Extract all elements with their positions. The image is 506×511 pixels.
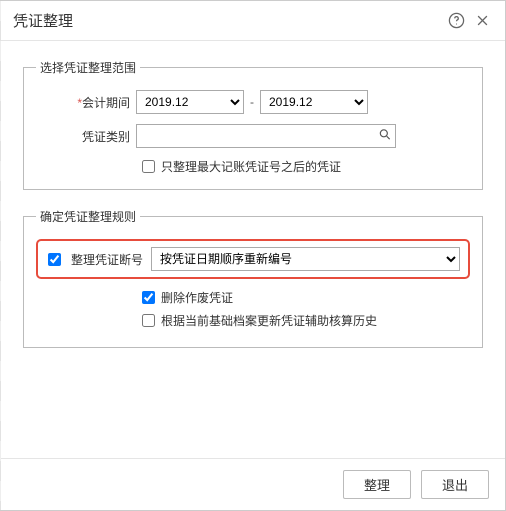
help-icon[interactable] — [445, 10, 467, 32]
dialog-footer: 整理 退出 — [1, 458, 505, 510]
period-from-select[interactable]: 2019.12 — [136, 90, 244, 114]
dialog-header: 凭证整理 — [1, 1, 505, 41]
delete-void-label: 删除作废凭证 — [161, 289, 233, 306]
renumber-checkbox[interactable] — [48, 253, 61, 266]
voucher-arrange-dialog: 凭证整理 选择凭证整理范围 *会计期间 2019.12 — [0, 0, 506, 511]
exit-button[interactable]: 退出 — [421, 470, 489, 499]
renumber-label: 整理凭证断号 — [71, 251, 143, 268]
scope-fieldset: 选择凭证整理范围 *会计期间 2019.12 - 2019.12 凭证类别 — [23, 59, 483, 190]
renumber-row: 整理凭证断号 按凭证日期顺序重新编号 — [36, 239, 470, 279]
update-aux-label: 根据当前基础档案更新凭证辅助核算历史 — [161, 312, 377, 329]
category-row: 凭证类别 — [36, 124, 470, 148]
period-label: *会计期间 — [36, 94, 136, 111]
update-aux-row: 根据当前基础档案更新凭证辅助核算历史 — [142, 312, 470, 329]
period-row: *会计期间 2019.12 - 2019.12 — [36, 90, 470, 114]
arrange-button[interactable]: 整理 — [343, 470, 411, 499]
only-after-max-row: 只整理最大记账凭证号之后的凭证 — [142, 158, 470, 175]
left-trim — [0, 1, 1, 510]
dialog-title: 凭证整理 — [13, 10, 441, 31]
period-dash: - — [250, 95, 254, 109]
dialog-body: 选择凭证整理范围 *会计期间 2019.12 - 2019.12 凭证类别 — [1, 41, 505, 458]
renumber-select[interactable]: 按凭证日期顺序重新编号 — [151, 247, 460, 271]
period-to-select[interactable]: 2019.12 — [260, 90, 368, 114]
delete-void-checkbox[interactable] — [142, 291, 155, 304]
close-icon[interactable] — [471, 10, 493, 32]
update-aux-checkbox[interactable] — [142, 314, 155, 327]
scope-legend: 选择凭证整理范围 — [36, 59, 140, 76]
category-input[interactable] — [136, 124, 396, 148]
delete-void-row: 删除作废凭证 — [142, 289, 470, 306]
rules-fieldset: 确定凭证整理规则 整理凭证断号 按凭证日期顺序重新编号 删除作废凭证 根据当前基… — [23, 208, 483, 348]
only-after-max-label: 只整理最大记账凭证号之后的凭证 — [161, 158, 341, 175]
only-after-max-checkbox[interactable] — [142, 160, 155, 173]
rules-legend: 确定凭证整理规则 — [36, 208, 140, 225]
category-label: 凭证类别 — [36, 128, 136, 145]
